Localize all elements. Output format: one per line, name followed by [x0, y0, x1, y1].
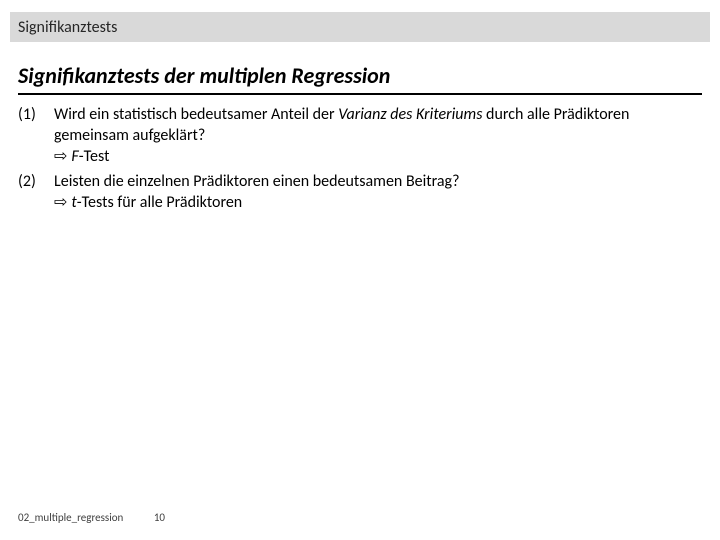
slide-title: Signifikanztests der multiplen Regressio…	[18, 62, 702, 95]
slide-title-text: Signifikanztests der multiplen Regressio…	[18, 62, 390, 89]
footer-doc-name: 02_multiple_regression	[18, 511, 123, 524]
item-text: Leisten die einzelnen Prädiktoren einen …	[54, 171, 698, 213]
footer-page-number: 10	[154, 511, 165, 524]
item-subline: ⇨t-Tests für alle Prädiktoren	[54, 192, 698, 213]
item-text: Wird ein statistisch bedeutsamer Anteil …	[54, 104, 698, 167]
item-subline: ⇨F-Test	[54, 146, 698, 167]
item-number: (1)	[18, 104, 54, 167]
slide: Signifikanztests Signifikanztests der mu…	[0, 0, 720, 540]
arrow-icon: ⇨	[54, 146, 67, 167]
text-pre: Wird ein statistisch bedeutsamer Anteil …	[54, 105, 338, 124]
text-em: Varianz des Kriteriums	[338, 105, 482, 124]
slide-footer: 02_multiple_regression 10	[18, 511, 165, 524]
arrow-icon: ⇨	[54, 192, 67, 213]
arrow-post: -Tests für alle Prädiktoren	[77, 193, 242, 212]
list-item: (1) Wird ein statistisch bedeutsamer Ant…	[18, 104, 698, 167]
text-pre: Leisten die einzelnen Prädiktoren einen …	[54, 172, 460, 191]
arrow-em: F	[71, 147, 78, 166]
section-header: Signifikanztests	[10, 12, 710, 42]
list-item: (2) Leisten die einzelnen Prädiktoren ei…	[18, 171, 698, 213]
item-number: (2)	[18, 171, 54, 213]
body-content: (1) Wird ein statistisch bedeutsamer Ant…	[18, 104, 698, 218]
section-header-text: Signifikanztests	[18, 18, 117, 37]
arrow-post: -Test	[79, 147, 110, 166]
